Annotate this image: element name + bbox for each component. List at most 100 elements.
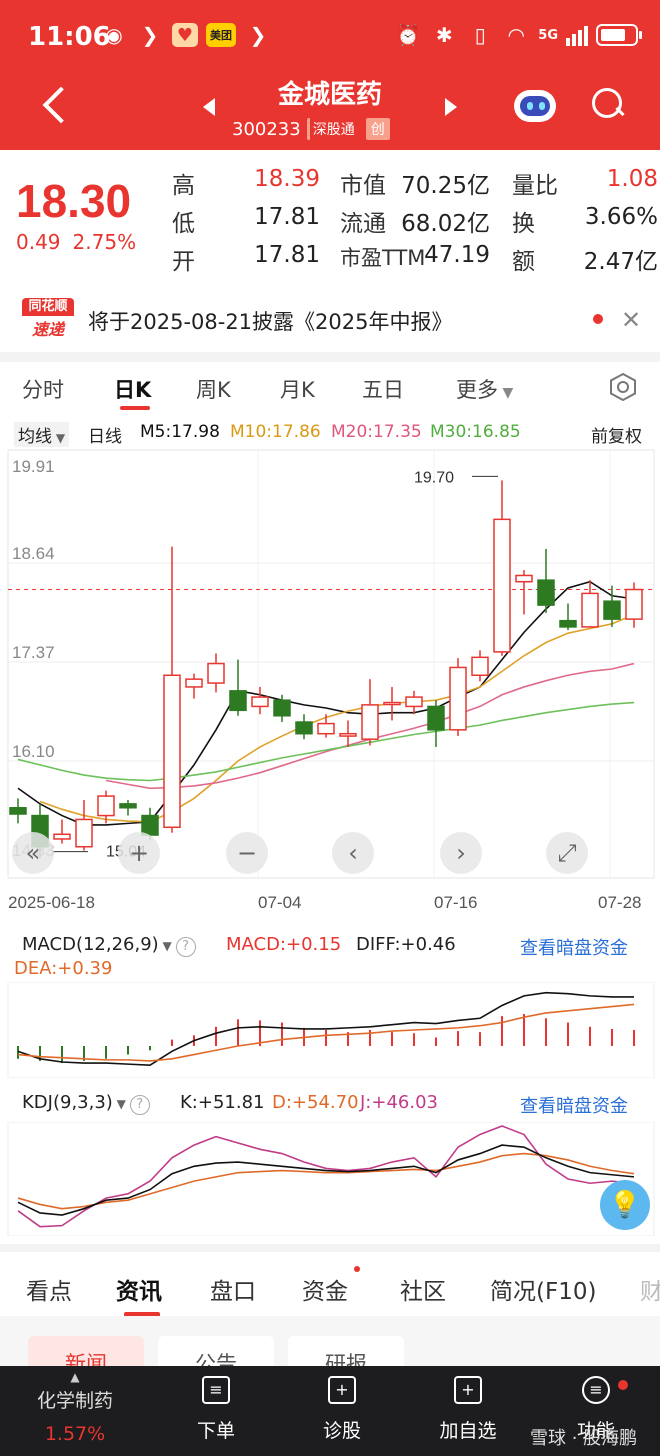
candle-body xyxy=(251,696,269,708)
tab-f10[interactable]: 简况(F10) xyxy=(490,1272,596,1306)
tab-five-day[interactable]: 五日 xyxy=(362,374,404,404)
tab-more-label: 更多 xyxy=(456,378,498,402)
candle-body xyxy=(97,795,115,817)
ai-assistant-icon[interactable] xyxy=(512,84,558,126)
indicator-type: 均线 xyxy=(18,427,52,447)
search-icon[interactable] xyxy=(592,88,624,120)
quote-value: 47.19 xyxy=(424,242,490,268)
quote-label: 低 xyxy=(172,211,195,237)
j-value: J:+46.03 xyxy=(360,1092,438,1113)
candle-body xyxy=(559,619,577,628)
status-bar: 11:06 ◉ ❯ ♥ 美团 ❯ ⏰ ✱ ▯ ◠ 5G xyxy=(0,0,660,76)
pan-left-icon[interactable]: ‹ xyxy=(332,832,374,874)
tab-highlights[interactable]: 看点 xyxy=(26,1272,72,1306)
tab-daily-k[interactable]: 日K xyxy=(114,374,151,404)
tab-finance[interactable]: 财 xyxy=(640,1272,660,1306)
zoom-in-icon[interactable]: + xyxy=(118,832,160,874)
ma-line-m5 xyxy=(17,580,635,826)
zoom-out-icon[interactable]: − xyxy=(226,832,268,874)
quote-value: 68.02亿 xyxy=(401,211,490,237)
macd-title-row: MACD(12,26,9) ▼ ? xyxy=(22,934,196,957)
quote-value: 3.66% xyxy=(584,204,658,230)
unread-dot xyxy=(593,314,603,324)
ma-legend: 均线 ▼ 日线 M5:17.98 M10:17.86 M20:17.35 M30… xyxy=(0,418,660,448)
quote-label: 市值 xyxy=(340,173,386,199)
price-change: 0.49 2.75% xyxy=(16,230,136,254)
next-stock-icon[interactable] xyxy=(445,98,457,116)
kline-tabs: 分时 日K 周K 月K 五日 更多 ▼ xyxy=(0,362,660,414)
disclosure-notice[interactable]: 同花顺 速递 将于2025-08-21披露《2025年中报》 xyxy=(0,288,660,350)
help-icon[interactable]: ? xyxy=(129,1094,150,1115)
candle-body xyxy=(53,833,71,840)
tab-community[interactable]: 社区 xyxy=(400,1272,446,1306)
quote-label: 流通 xyxy=(340,211,386,237)
tab-funds[interactable]: 资金 xyxy=(302,1272,348,1306)
stock-name: 金城医药 xyxy=(277,80,382,110)
order-doc-icon: ≡ xyxy=(202,1376,230,1404)
adjust-mode[interactable]: 前复权 xyxy=(591,422,642,447)
quote-label: 换 xyxy=(512,211,535,237)
close-icon[interactable]: ✕ xyxy=(621,306,641,334)
settings-hexagon-icon[interactable] xyxy=(608,372,638,402)
candle-body xyxy=(339,732,357,737)
pan-right-icon[interactable]: › xyxy=(440,832,482,874)
change-amount: 0.49 xyxy=(16,230,61,254)
indicator-selector[interactable]: 均线 ▼ xyxy=(14,422,70,447)
logo-bottom-text: 速递 xyxy=(31,320,64,339)
caret-down-icon: ▼ xyxy=(112,1097,130,1111)
nav-diagnose[interactable]: + 诊股 xyxy=(282,1376,402,1443)
y-tick-label: 19.91 xyxy=(12,457,55,476)
ma20-value: M20:17.35 xyxy=(331,422,422,442)
functions-unread-dot xyxy=(618,1380,628,1390)
diagnose-icon: + xyxy=(328,1376,356,1404)
quote-label: 额 xyxy=(512,249,535,275)
macd-chart[interactable] xyxy=(0,982,660,1078)
dark-pool-link[interactable]: 查看暗盘资金 xyxy=(520,934,628,960)
kdj-title[interactable]: KDJ(9,3,3) xyxy=(22,1092,113,1113)
help-icon[interactable]: ? xyxy=(175,936,196,957)
vibrate-icon: ▯ xyxy=(474,23,486,47)
scroll-left-icon[interactable]: « xyxy=(12,832,54,874)
x-tick-label: 07-16 xyxy=(434,893,477,912)
quote-value: 18.39 xyxy=(254,166,320,192)
fullscreen-icon[interactable]: ⤢ xyxy=(546,832,588,874)
tab-news[interactable]: 资讯 xyxy=(116,1272,162,1306)
lightbulb-icon[interactable]: 💡 xyxy=(600,1180,650,1230)
candle-body xyxy=(515,574,533,583)
notification-icons: ◉ ❯ ♥ 美团 ❯ xyxy=(100,22,272,48)
diff-value: DIFF:+0.46 xyxy=(356,934,456,955)
quote-value: 2.47亿 xyxy=(583,249,658,275)
tonghuashun-logo: 同花顺 速递 xyxy=(22,298,74,342)
tab-orderbook[interactable]: 盘口 xyxy=(210,1272,256,1306)
board-tag: 创 xyxy=(365,118,390,140)
nav-diagnose-label: 诊股 xyxy=(322,1420,361,1442)
active-tab-indicator xyxy=(120,406,150,410)
nav-order[interactable]: ≡ 下单 xyxy=(156,1376,276,1443)
quote-value: 1.08 xyxy=(606,166,658,192)
quote-label: 开 xyxy=(172,249,195,275)
app-notify-icon: ❯ xyxy=(141,23,159,47)
tab-weekly-k[interactable]: 周K xyxy=(196,374,231,404)
bluetooth-icon: ✱ xyxy=(435,23,453,47)
nav-add-label: 加自选 xyxy=(439,1420,497,1442)
nav-add-watchlist[interactable]: + 加自选 xyxy=(408,1376,528,1443)
macd-title[interactable]: MACD(12,26,9) xyxy=(22,934,159,955)
heart-app-icon: ♥ xyxy=(172,23,198,47)
prev-stock-icon[interactable] xyxy=(203,98,215,116)
candle-body xyxy=(625,588,643,620)
tab-monthly-k[interactable]: 月K xyxy=(280,374,315,404)
back-arrow-icon[interactable] xyxy=(40,88,70,118)
macd-value: MACD:+0.15 xyxy=(226,934,342,955)
alarm-icon: ⏰ xyxy=(395,23,421,47)
battery-icon xyxy=(596,24,642,46)
candle-body xyxy=(537,579,555,606)
tab-intraday[interactable]: 分时 xyxy=(22,374,64,404)
tab-more[interactable]: 更多 ▼ xyxy=(456,374,513,404)
kdj-chart[interactable] xyxy=(0,1122,660,1236)
candle-body xyxy=(119,803,137,809)
y-tick-label: 17.37 xyxy=(12,643,55,662)
caret-down-icon: ▼ xyxy=(52,431,66,445)
sector-indicator[interactable]: ▲ 化学制药 1.57% xyxy=(0,1370,150,1445)
candle-body xyxy=(603,600,621,620)
dark-pool-link[interactable]: 查看暗盘资金 xyxy=(520,1092,628,1118)
